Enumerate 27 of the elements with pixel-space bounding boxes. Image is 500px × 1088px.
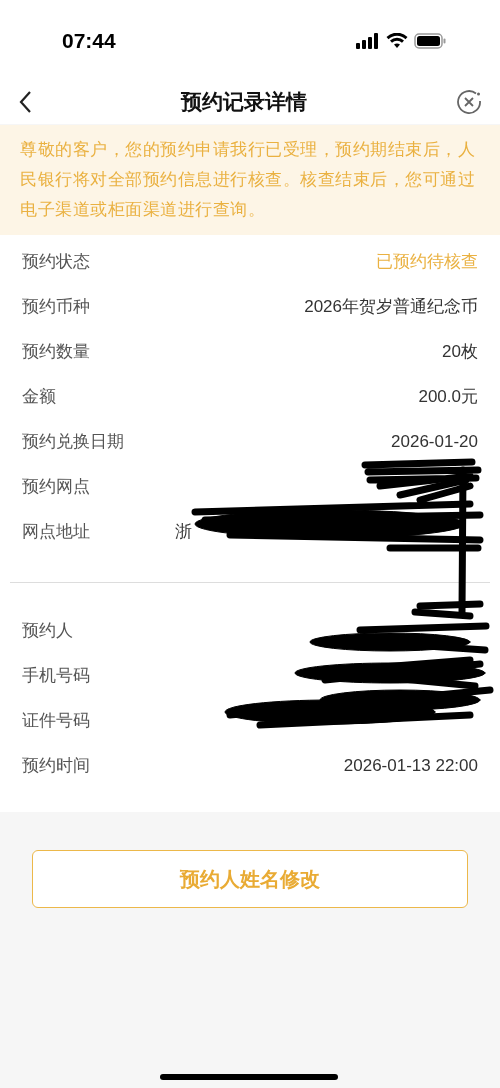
field-label: 预约状态 — [22, 250, 90, 273]
notice-text: 尊敬的客户，您的预约申请我行已受理，预约期结束后，人民银行将对全部预约信息进行核查。核查结束后，您可通过电子渠道或柜面渠道进行查询。 — [20, 139, 476, 221]
field-label: 预约人 — [22, 619, 73, 642]
field-label: 证件号码 — [22, 709, 90, 732]
field-value: 浙 — [175, 520, 192, 543]
field-value: 已预约待核查 — [376, 250, 478, 273]
battery-icon — [414, 33, 446, 49]
field-label: 手机号码 — [22, 664, 90, 687]
back-icon[interactable] — [18, 90, 32, 114]
field-value: 20枚 — [442, 340, 478, 363]
edit-name-button[interactable]: 预约人姓名修改 — [32, 850, 468, 908]
field-label: 预约兑换日期 — [22, 430, 124, 453]
field-label: 预约时间 — [22, 754, 90, 777]
field-label: 金额 — [22, 385, 56, 408]
status-time: 07:44 — [62, 28, 116, 55]
field-label: 预约网点 — [22, 475, 90, 498]
field-value: 200.0元 — [418, 385, 478, 408]
field-label: 预约币种 — [22, 295, 90, 318]
wifi-icon — [386, 33, 408, 49]
field-value: 2026年贺岁普通纪念币 — [304, 295, 478, 318]
field-value: 2026-01-20 — [391, 430, 478, 453]
signal-icon — [356, 33, 380, 49]
page-title: 预约记录详情 — [181, 89, 307, 116]
field-label: 网点地址 — [22, 520, 91, 543]
field-value: 2026-01-13 22:00 — [343, 754, 478, 777]
close-icon[interactable] — [456, 89, 482, 115]
field-label: 预约数量 — [22, 340, 90, 363]
